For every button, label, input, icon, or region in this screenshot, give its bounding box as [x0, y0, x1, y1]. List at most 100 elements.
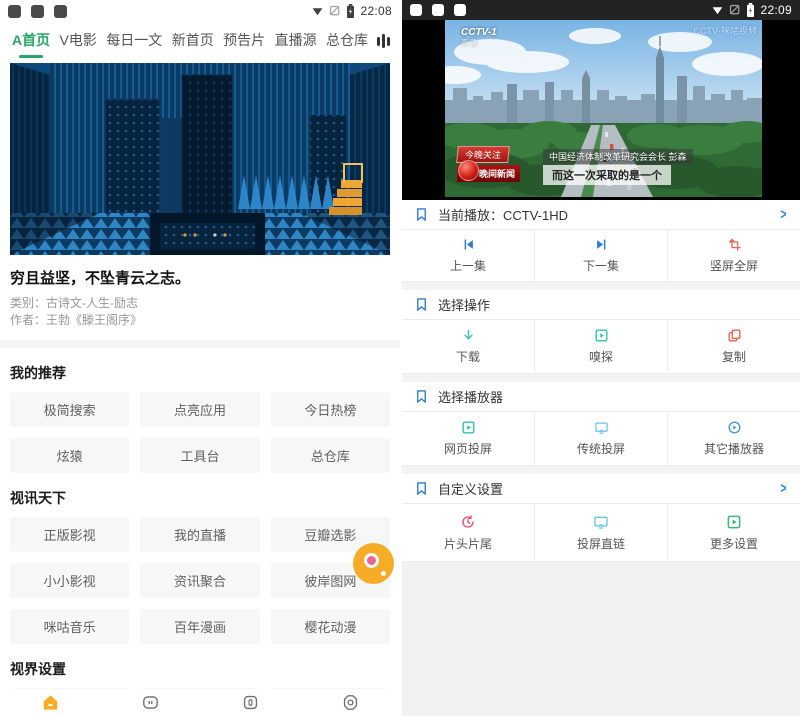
shortcut-xiaoxiao-video[interactable]: 小小影视	[10, 563, 129, 598]
video-player[interactable]: 22:09	[402, 0, 800, 200]
shortcut-licensed-video[interactable]: 正版影视	[10, 517, 129, 552]
fab-ring-icon	[364, 553, 379, 568]
recommend-grid: 极简搜索 点亮应用 今日热榜 炫猿 工具台 总仓库	[0, 392, 400, 473]
shortcut-label: 豆瓣选影	[304, 525, 356, 544]
section-header-players: 选择播放器	[402, 382, 800, 412]
left-screen: 22:08 A首页 V电影 每日一文 新首页 预告片 直播源 总仓库	[0, 0, 400, 716]
previous-episode-button[interactable]: 上一集	[402, 230, 535, 281]
shortcut-my-live[interactable]: 我的直播	[140, 517, 259, 552]
other-player-button[interactable]: 其它播放器	[668, 412, 800, 465]
action-label: 其它播放器	[704, 440, 764, 457]
quote-category: 类别：古诗文-人生-励志	[10, 295, 390, 312]
top-tab-bar: A首页 V电影 每日一文 新首页 预告片 直播源 总仓库	[0, 22, 400, 60]
tab-live-sources[interactable]: 直播源	[275, 30, 317, 52]
subtitle: 而这一次采取的是一个	[543, 165, 671, 185]
watermark: CCTV·咪咕视频	[694, 24, 758, 37]
sniff-button[interactable]: 嗅探	[535, 320, 668, 373]
floating-search-button[interactable]	[353, 543, 394, 584]
now-playing-row[interactable]: 当前播放：CCTV-1HD >	[402, 200, 800, 230]
chevron-right-icon[interactable]: >	[781, 481, 787, 496]
video-tab-icon[interactable]	[141, 693, 160, 712]
control-label: 下一集	[583, 257, 619, 274]
action-label: 投屏直链	[577, 535, 625, 552]
shortcut-label: 工具台	[180, 446, 219, 465]
tab-warehouse[interactable]: 总仓库	[326, 30, 368, 52]
actions-grid: 下载 嗅探 复制	[402, 320, 800, 374]
more-settings-button[interactable]: 更多设置	[668, 504, 800, 561]
shortcut-sakura-anime[interactable]: 樱花动漫	[271, 609, 390, 644]
channel-manage-icon[interactable]	[377, 33, 390, 49]
circle-play-icon	[727, 420, 742, 435]
next-episode-button[interactable]: 下一集	[535, 230, 668, 281]
tab-home-a[interactable]: A首页	[12, 30, 50, 52]
shortcut-label: 正版影视	[44, 525, 96, 544]
custom-settings-grid: 片头片尾 投屏直链 更多设置	[402, 504, 800, 562]
section-title-video-world: 视讯天下	[0, 473, 400, 517]
control-label: 上一集	[450, 257, 486, 274]
shortcut-news-agg[interactable]: 资讯聚合	[140, 563, 259, 598]
skip-intro-icon	[460, 514, 476, 530]
left-status-bar: 22:08	[0, 0, 400, 22]
shortcut-minimal-search[interactable]: 极简搜索	[10, 392, 129, 427]
tab-trailers[interactable]: 预告片	[223, 30, 265, 52]
download-button[interactable]: 下载	[402, 320, 535, 373]
fab-dot-icon	[381, 571, 386, 576]
skip-next-icon	[594, 237, 609, 252]
section-divider	[0, 340, 400, 348]
intro-outro-button[interactable]: 片头片尾	[402, 504, 535, 561]
shortcut-xuanyuan[interactable]: 炫猿	[10, 438, 129, 473]
section-header-label: 自定义设置	[438, 479, 503, 498]
play-box-icon	[594, 328, 609, 343]
action-label: 片头片尾	[444, 535, 492, 552]
right-screen: 22:09	[400, 0, 800, 716]
action-label: 复制	[722, 348, 746, 365]
shortcut-light-apps[interactable]: 点亮应用	[140, 392, 259, 427]
chevron-right-icon[interactable]: >	[781, 207, 787, 222]
section-header-label: 选择播放器	[438, 387, 503, 406]
player-controls: 上一集 下一集 竖屏全屏	[402, 230, 800, 282]
section-header-actions: 选择操作	[402, 290, 800, 320]
portrait-fullscreen-button[interactable]: 竖屏全屏	[668, 230, 800, 281]
shortcut-label: 极简搜索	[44, 400, 96, 419]
section-header-custom-settings[interactable]: 自定义设置 >	[402, 474, 800, 504]
shortcut-migu-music[interactable]: 咪咕音乐	[10, 609, 129, 644]
web-cast-button[interactable]: 网页投屏	[402, 412, 535, 465]
downloads-tab-icon[interactable]	[241, 693, 260, 712]
news-badge: 今晚关注 晚间新闻	[457, 145, 537, 182]
shortcut-label: 咪咕音乐	[44, 617, 96, 636]
control-label: 竖屏全屏	[710, 257, 758, 274]
copy-button[interactable]: 复制	[668, 320, 800, 373]
channel-logo-sub: 高清	[461, 38, 497, 49]
traditional-cast-button[interactable]: 传统投屏	[535, 412, 668, 465]
now-playing-label: 当前播放：CCTV-1HD	[438, 205, 568, 224]
bottom-nav	[0, 689, 400, 716]
signal-off-icon	[729, 4, 741, 16]
tab-movies-v[interactable]: V电影	[60, 30, 97, 52]
home-tab-icon[interactable]	[41, 693, 60, 712]
action-label: 下载	[456, 348, 480, 365]
bookmark-icon	[414, 207, 429, 222]
copy-icon	[727, 328, 742, 343]
shortcut-label: 百年漫画	[174, 617, 226, 636]
notification-icon	[31, 5, 44, 18]
shortcut-label: 樱花动漫	[304, 617, 356, 636]
bookmark-icon	[414, 481, 429, 496]
tab-new-home[interactable]: 新首页	[172, 30, 214, 52]
web-cast-icon	[461, 420, 476, 435]
content-filler	[402, 562, 800, 716]
shortcut-warehouse[interactable]: 总仓库	[271, 438, 390, 473]
quote-author: 作者：王勃《滕王阁序》	[10, 312, 390, 329]
hero-image[interactable]	[10, 63, 390, 255]
shortcut-hot-today[interactable]: 今日热榜	[271, 392, 390, 427]
shortcut-label: 我的直播	[174, 525, 226, 544]
shortcut-century-comics[interactable]: 百年漫画	[140, 609, 259, 644]
cast-link-button[interactable]: 投屏直链	[535, 504, 668, 561]
download-icon	[461, 328, 476, 343]
section-title-view-settings: 视界设置	[0, 644, 400, 688]
battery-icon	[346, 4, 355, 18]
tab-daily-article[interactable]: 每日一文	[106, 30, 162, 52]
shortcut-label: 资讯聚合	[174, 571, 226, 590]
settings-tab-icon[interactable]	[341, 693, 360, 712]
right-status-bar: 22:09	[402, 0, 800, 20]
shortcut-toolbox[interactable]: 工具台	[140, 438, 259, 473]
